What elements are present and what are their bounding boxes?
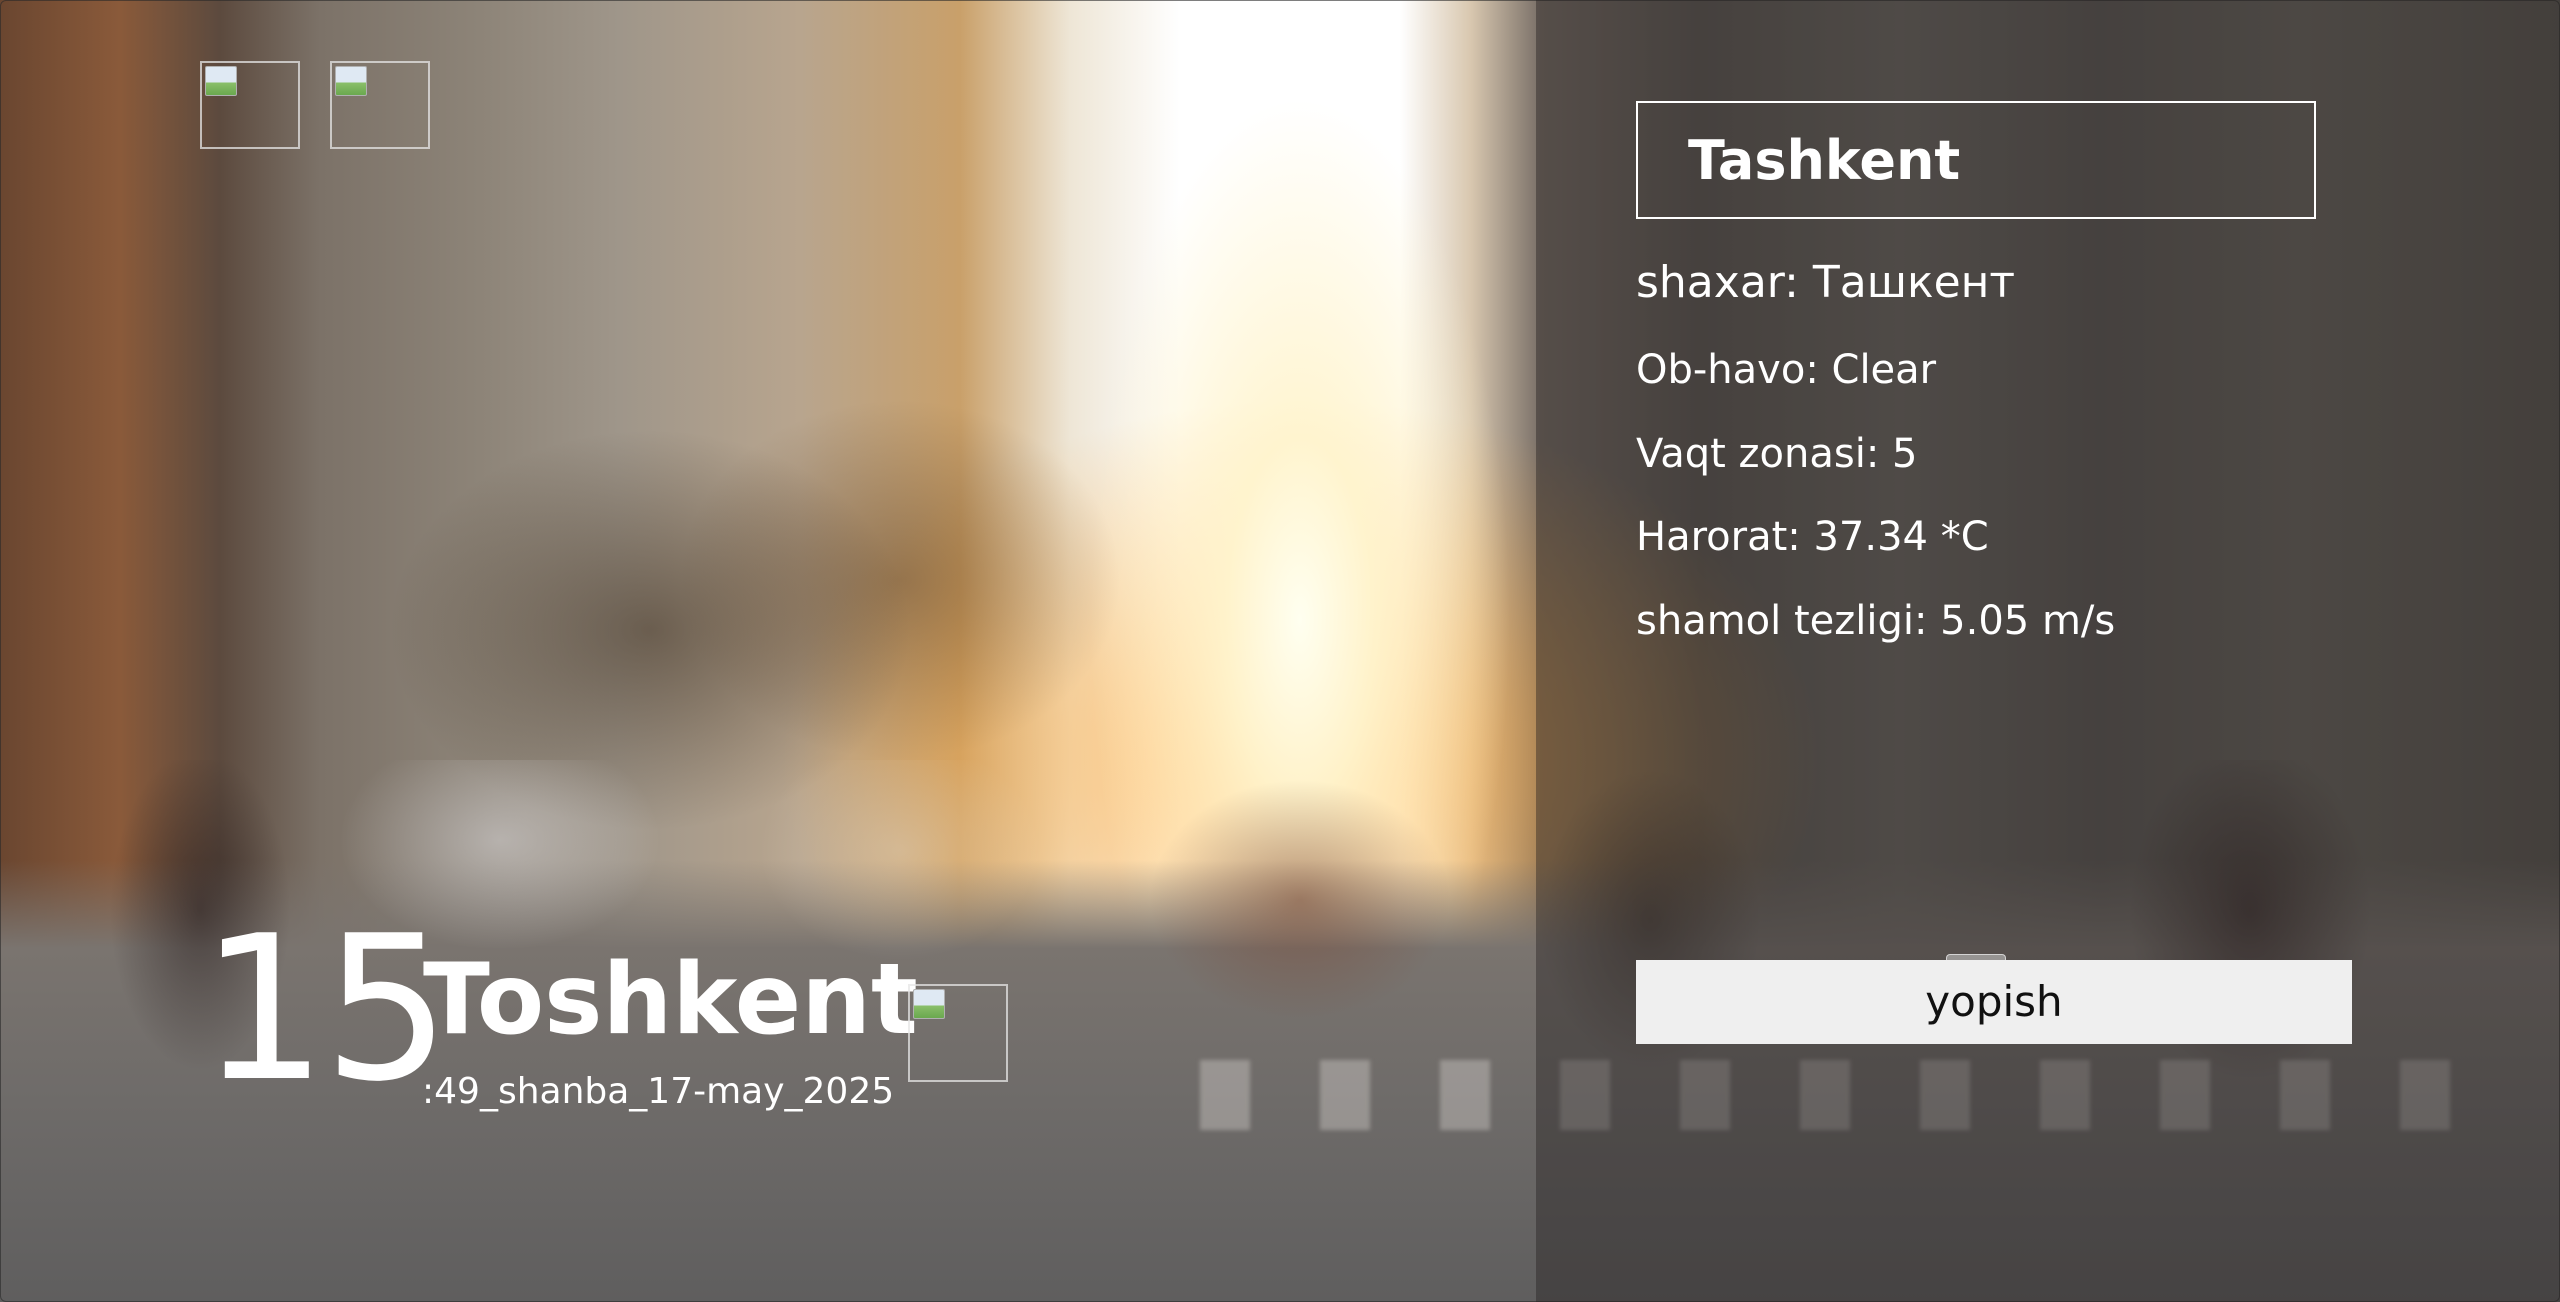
broken-image-glyph-icon (205, 66, 237, 96)
detail-weather: Ob-havo: Clear (1636, 347, 1937, 393)
broken-image-glyph-icon (913, 989, 945, 1019)
broken-image-icon[interactable] (330, 61, 430, 149)
detail-city: shaxar: Ташкент (1636, 257, 2016, 308)
city-search-input[interactable] (1636, 101, 2316, 219)
detail-wind-speed: shamol tezligi: 5.05 m/s (1636, 598, 2116, 644)
close-button[interactable]: yopish (1636, 960, 2352, 1044)
broken-image-icon[interactable] (200, 61, 300, 149)
broken-image-glyph-icon (335, 66, 367, 96)
date-time-text: :49_shanba_17-may_2025 (422, 1071, 895, 1112)
city-name: Toshkent (423, 943, 918, 1057)
detail-temperature: Harorat: 37.34 *C (1636, 514, 1989, 560)
detail-timezone: Vaqt zonasi: 5 (1636, 431, 1918, 477)
weather-icon (908, 984, 1008, 1082)
temperature-value: 15 (200, 893, 450, 1126)
